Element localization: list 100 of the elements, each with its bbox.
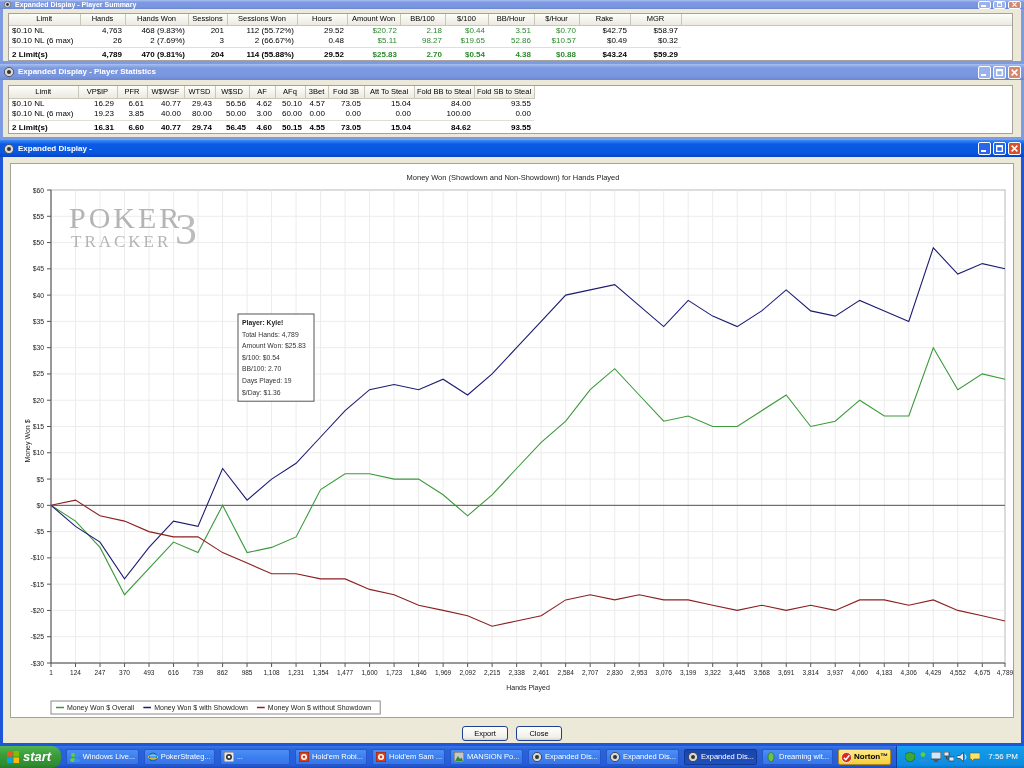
network-icon[interactable] xyxy=(944,752,955,762)
table-cell: 93.55 xyxy=(474,120,534,133)
table-cell: $0.32 xyxy=(630,36,681,47)
table-cell: $19.65 xyxy=(445,36,488,47)
tick-icon xyxy=(841,751,852,763)
minimize-button[interactable] xyxy=(978,65,991,79)
flag-icon xyxy=(7,751,19,763)
globe-icon xyxy=(147,752,158,762)
maximize-icon xyxy=(996,68,1003,76)
table-cell: 0.00 xyxy=(364,109,414,120)
table-cell: 40.00 xyxy=(147,109,184,120)
picture-icon xyxy=(453,752,464,762)
table-cell: $0.10 NL xyxy=(9,98,78,109)
table-cell: 0.00 xyxy=(474,109,534,120)
close-icon xyxy=(1012,2,1017,7)
table-cell: 114 (55.88%) xyxy=(227,47,297,60)
table-cell: 112 (55.72%) xyxy=(227,25,297,36)
table-cell: 15.04 xyxy=(364,120,414,133)
chip-icon xyxy=(223,752,234,762)
maximize-button[interactable] xyxy=(993,0,1006,9)
table-cell: 6.60 xyxy=(117,120,147,133)
close-button[interactable] xyxy=(1008,65,1021,79)
minimize-icon xyxy=(981,150,986,152)
monitor-icon[interactable] xyxy=(931,752,942,762)
table-cell: 2 Limit(s) xyxy=(9,120,78,133)
chip-icon xyxy=(298,752,309,762)
disc-icon xyxy=(687,752,698,762)
table-cell: $58.97 xyxy=(630,25,681,36)
table-cell: 56.45 xyxy=(215,120,249,133)
table-cell: 50.15 xyxy=(275,120,305,133)
table-cell: 16.31 xyxy=(78,120,117,133)
table-cell: $0.54 xyxy=(445,47,488,60)
close-button[interactable] xyxy=(1008,0,1021,9)
table-cell: 3.85 xyxy=(117,109,147,120)
table-cell: $42.75 xyxy=(579,25,630,36)
table-cell: 40.77 xyxy=(147,98,184,109)
maximize-button[interactable] xyxy=(993,65,1006,79)
minimize-icon xyxy=(981,73,986,76)
table-cell: 4.60 xyxy=(249,120,275,133)
table-cell: 73.05 xyxy=(328,98,364,109)
table-cell: 3 xyxy=(188,36,227,47)
window-title: Expanded Display - xyxy=(18,142,93,155)
table-cell: 26 xyxy=(80,36,125,47)
maximize-icon xyxy=(997,2,1002,7)
minimize-button[interactable] xyxy=(978,0,991,9)
close-icon xyxy=(1011,145,1018,152)
minimize-button[interactable] xyxy=(978,142,991,155)
table-cell: 50.10 xyxy=(275,98,305,109)
table-cell: 84.62 xyxy=(414,120,474,133)
table-cell: $0.10 NL xyxy=(9,25,80,36)
disc-icon xyxy=(531,752,542,762)
table-cell: $43.24 xyxy=(579,47,630,60)
table-cell: 29.52 xyxy=(297,47,347,60)
minimize-icon xyxy=(981,4,986,7)
table-cell: 2.18 xyxy=(400,25,445,36)
shield-icon[interactable] xyxy=(905,752,916,762)
table-cell: 2 (7.69%) xyxy=(125,36,188,47)
leaf-icon xyxy=(765,752,776,762)
disc-icon xyxy=(609,752,620,762)
table-cell: 40.77 xyxy=(147,120,184,133)
table-cell: 80.00 xyxy=(184,109,215,120)
table-cell: $5.11 xyxy=(347,36,400,47)
speaker-icon[interactable] xyxy=(957,752,968,762)
table-cell: 84.00 xyxy=(414,98,474,109)
table-cell: 19.23 xyxy=(78,109,117,120)
table-cell: $0.10 NL (6 max) xyxy=(9,109,78,120)
norton-button[interactable]: Norton™ xyxy=(838,749,892,765)
table-cell: $20.72 xyxy=(347,25,400,36)
table-cell: 4,763 xyxy=(80,25,125,36)
table-cell: $0.70 xyxy=(534,25,579,36)
logo-subtitle: TRACKER xyxy=(71,232,172,251)
maximize-button[interactable] xyxy=(993,142,1006,155)
window-title: Expanded Display - Player Statistics xyxy=(18,66,157,78)
table-cell: $10.57 xyxy=(534,36,579,47)
table-cell: 470 (9.81%) xyxy=(125,47,188,60)
table-cell: 29.52 xyxy=(297,25,347,36)
table-cell: 93.55 xyxy=(474,98,534,109)
table-cell: 16.29 xyxy=(78,98,117,109)
people-icon xyxy=(69,752,80,762)
start-button[interactable]: start xyxy=(0,746,61,768)
disc-icon xyxy=(4,67,14,77)
table-cell: 6.61 xyxy=(117,98,147,109)
maximize-icon xyxy=(996,145,1003,152)
clock: 7:56 PM xyxy=(988,751,1018,763)
disc-icon xyxy=(4,143,14,154)
table-cell: 2 Limit(s) xyxy=(9,47,80,60)
table-cell: 98.27 xyxy=(400,36,445,47)
close-button[interactable] xyxy=(1008,142,1021,155)
table-cell: 4.55 xyxy=(305,120,328,133)
table-cell: 29.74 xyxy=(184,120,215,133)
table-cell: 4.57 xyxy=(305,98,328,109)
table-cell: $0.49 xyxy=(579,36,630,47)
chat-icon[interactable] xyxy=(970,752,981,762)
table-cell: 73.05 xyxy=(328,120,364,133)
chip-icon xyxy=(375,752,386,762)
table-cell: 4,789 xyxy=(80,47,125,60)
table-cell: 3.00 xyxy=(249,109,275,120)
table-cell: $0.10 NL (6 max) xyxy=(9,36,80,47)
table-cell: 468 (9.83%) xyxy=(125,25,188,36)
table-cell: 29.43 xyxy=(184,98,215,109)
